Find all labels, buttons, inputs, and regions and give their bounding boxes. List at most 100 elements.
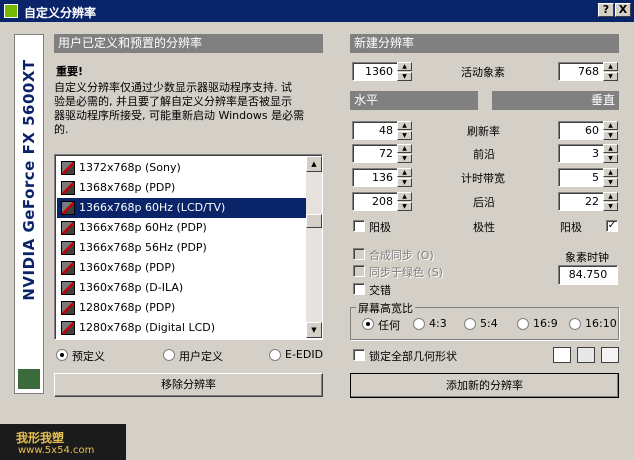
spin-up-icon[interactable]: ▲ [397, 192, 412, 201]
copy-icon[interactable] [553, 347, 571, 363]
scroll-thumb[interactable] [306, 214, 322, 228]
monitor-icon [61, 221, 75, 235]
h-polarity-checkbox[interactable] [353, 220, 365, 232]
list-item[interactable]: 1360x768p (PDP) [57, 258, 307, 278]
radio-user-defined[interactable] [163, 349, 175, 361]
right-section-header: 新建分辨率 [350, 34, 619, 53]
spin-down-icon[interactable]: ▼ [397, 178, 412, 187]
spin-up-icon[interactable]: ▲ [603, 192, 618, 201]
monitor-icon [61, 241, 75, 255]
spin-down-icon[interactable]: ▼ [603, 202, 618, 211]
sync-width-label: 计时带宽 [461, 172, 505, 185]
v-active-spinner[interactable]: 768 ▲ ▼ [558, 62, 618, 81]
v-sync-width-spinner[interactable]: 5 ▲ ▼ [558, 168, 618, 187]
v-refresh-spinner[interactable]: 60 ▲ ▼ [558, 121, 618, 140]
scroll-down-icon[interactable]: ▼ [306, 322, 322, 338]
spin-down-icon[interactable]: ▼ [603, 154, 618, 163]
pixel-clock-input[interactable]: 84.750 [558, 265, 618, 285]
h-back-porch-input[interactable]: 208 [352, 192, 398, 211]
spin-down-icon[interactable]: ▼ [397, 202, 412, 211]
radio-predefined[interactable] [56, 349, 68, 361]
v-back-porch-spinner[interactable]: 22 ▲ ▼ [558, 192, 618, 211]
aspect-radio-any[interactable] [362, 318, 374, 330]
list-item[interactable]: 1372x768p (Sony) [57, 158, 307, 178]
composite-sync-checkbox[interactable] [353, 248, 365, 260]
pixel-clock-label: 象素时钟 [565, 251, 609, 264]
list-item[interactable]: 1280x768p (PDP) [57, 298, 307, 318]
v-back-porch-input[interactable]: 22 [558, 192, 604, 211]
aspect-4-3-label: 4:3 [429, 317, 447, 330]
spin-down-icon[interactable]: ▼ [603, 131, 618, 140]
spin-up-icon[interactable]: ▲ [397, 121, 412, 130]
spin-up-icon[interactable]: ▲ [603, 121, 618, 130]
v-active-input[interactable]: 768 [558, 62, 604, 81]
v-polarity-checkbox[interactable]: ✓ [606, 220, 618, 232]
aspect-radio-4-3[interactable] [413, 318, 425, 330]
important-text-3: 器驱动程序所接受, 可能重新启动 Windows 是必需 [54, 109, 305, 122]
spin-down-icon[interactable]: ▼ [397, 72, 412, 81]
v-polarity-label: 阳极 [560, 221, 582, 234]
list-item[interactable]: 1280x768p (Digital LCD) [57, 318, 307, 338]
polarity-label: 极性 [473, 221, 495, 234]
list-item[interactable]: 1366x768p 60Hz (PDP) [57, 218, 307, 238]
spin-down-icon[interactable]: ▼ [603, 178, 618, 187]
monitor-icon [61, 161, 75, 175]
h-polarity-label: 阳极 [369, 221, 391, 234]
spin-up-icon[interactable]: ▲ [397, 168, 412, 177]
radio-predefined-label: 预定义 [72, 350, 105, 363]
add-resolution-button[interactable]: 添加新的分辨率 [350, 373, 619, 398]
sync-on-green-checkbox[interactable] [353, 265, 365, 277]
important-title: 重要! [56, 65, 84, 78]
horizontal-header: 水平 [350, 91, 478, 110]
paste-icon[interactable] [577, 347, 595, 363]
help-button[interactable]: ? [598, 3, 614, 17]
export-icon[interactable] [601, 347, 619, 363]
v-refresh-input[interactable]: 60 [558, 121, 604, 140]
active-pixels-label: 活动象素 [461, 66, 505, 79]
spin-up-icon[interactable]: ▲ [603, 168, 618, 177]
close-button[interactable]: X [615, 3, 631, 17]
spin-up-icon[interactable]: ▲ [397, 62, 412, 71]
aspect-16-9-label: 16:9 [533, 317, 558, 330]
h-refresh-input[interactable]: 48 [352, 121, 398, 140]
list-item-selected[interactable]: 1366x768p 60Hz (LCD/TV) [57, 198, 307, 218]
h-refresh-spinner[interactable]: 48 ▲ ▼ [352, 121, 412, 140]
h-back-porch-spinner[interactable]: 208 ▲ ▼ [352, 192, 412, 211]
aspect-any-label: 任何 [378, 319, 400, 332]
h-front-porch-spinner[interactable]: 72 ▲ ▼ [352, 144, 412, 163]
spin-up-icon[interactable]: ▲ [603, 144, 618, 153]
v-front-porch-input[interactable]: 3 [558, 144, 604, 163]
remove-resolution-button[interactable]: 移除分辨率 [54, 373, 323, 397]
product-name: NVIDIA GeForce FX 5600XT [20, 59, 38, 301]
radio-eedid-label: E-EDID [285, 348, 324, 361]
spin-down-icon[interactable]: ▼ [397, 131, 412, 140]
aspect-radio-5-4[interactable] [464, 318, 476, 330]
aspect-radio-16-9[interactable] [517, 318, 529, 330]
h-active-spinner[interactable]: 1360 ▲ ▼ [352, 62, 412, 81]
monitor-icon [61, 181, 75, 195]
important-text-4: 的. [54, 123, 69, 136]
list-item[interactable]: 1366x768p 56Hz (PDP) [57, 238, 307, 258]
aspect-radio-16-10[interactable] [569, 318, 581, 330]
spin-down-icon[interactable]: ▼ [397, 154, 412, 163]
h-sync-width-spinner[interactable]: 136 ▲ ▼ [352, 168, 412, 187]
spin-up-icon[interactable]: ▲ [397, 144, 412, 153]
list-item[interactable]: 1360x768p (D-ILA) [57, 278, 307, 298]
h-sync-width-input[interactable]: 136 [352, 168, 398, 187]
lock-geometry-label: 锁定全部几何形状 [369, 350, 457, 363]
v-sync-width-input[interactable]: 5 [558, 168, 604, 187]
watermark-line1: 我形我塑 [16, 431, 65, 445]
aspect-ratio-label: 屏幕高宽比 [356, 300, 415, 316]
scroll-up-icon[interactable]: ▲ [306, 156, 322, 172]
h-front-porch-input[interactable]: 72 [352, 144, 398, 163]
list-scrollbar[interactable]: ▲ ▼ [306, 156, 322, 338]
list-item[interactable]: 1368x768p (PDP) [57, 178, 307, 198]
resolution-list[interactable]: 1372x768p (Sony) 1368x768p (PDP) 1366x76… [54, 154, 323, 340]
lock-geometry-checkbox[interactable] [353, 349, 365, 361]
v-front-porch-spinner[interactable]: 3 ▲ ▼ [558, 144, 618, 163]
h-active-input[interactable]: 1360 [352, 62, 398, 81]
spin-up-icon[interactable]: ▲ [603, 62, 618, 71]
spin-down-icon[interactable]: ▼ [603, 72, 618, 81]
interlace-checkbox[interactable] [353, 283, 365, 295]
radio-eedid[interactable] [269, 349, 281, 361]
